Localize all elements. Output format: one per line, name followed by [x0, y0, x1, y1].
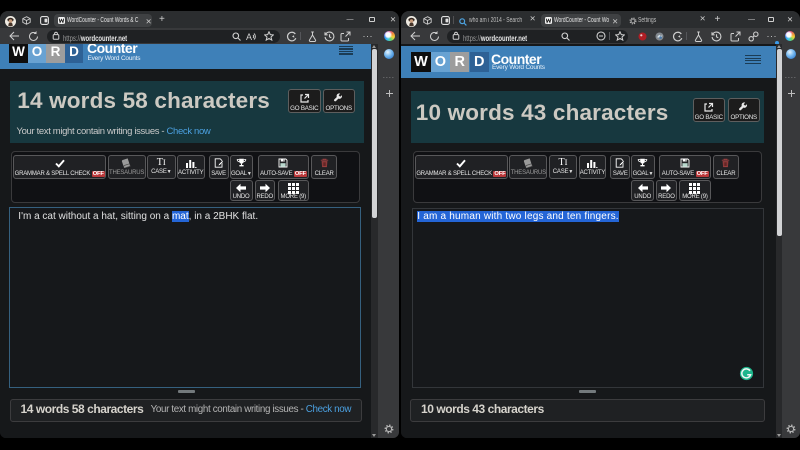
svg-text:A: A: [246, 32, 252, 41]
